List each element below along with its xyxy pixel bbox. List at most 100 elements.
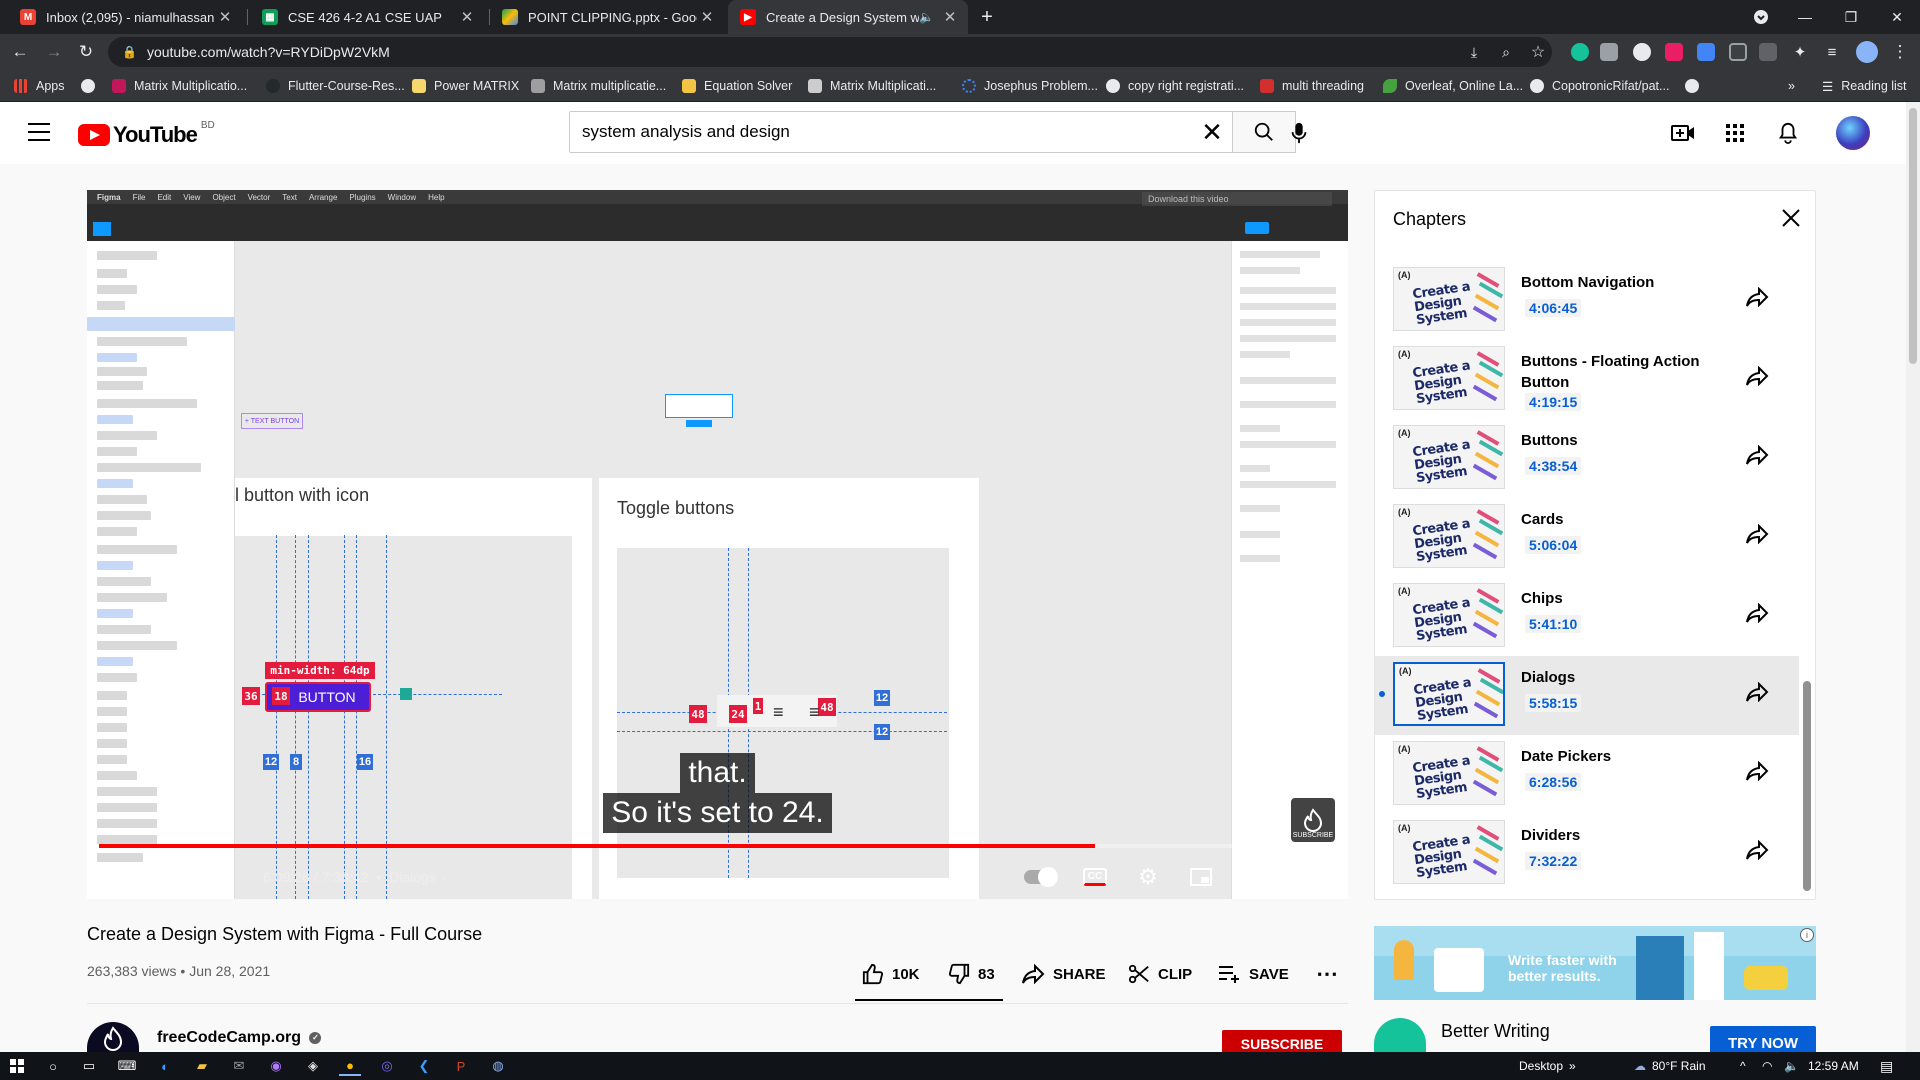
- tab-drive[interactable]: POINT CLIPPING.pptx - Google D ✕: [490, 0, 725, 34]
- restore-button[interactable]: ❐: [1828, 0, 1874, 34]
- powerpoint-icon[interactable]: P: [450, 1056, 472, 1076]
- ad-info-icon[interactable]: i: [1800, 928, 1814, 942]
- pause-button[interactable]: [103, 854, 133, 899]
- app-icon[interactable]: ◈: [302, 1056, 324, 1076]
- progress-bar[interactable]: [99, 844, 1336, 848]
- chapter-timestamp[interactable]: 4:19:15: [1525, 393, 1582, 411]
- more-actions-button[interactable]: ⋯: [1316, 961, 1338, 987]
- profile-menu-icon[interactable]: [1738, 0, 1784, 34]
- tab-sheets[interactable]: ▦ CSE 426 4-2 A1 CSE UAP ✕: [250, 0, 485, 34]
- bookmark-item[interactable]: Matrix multiplicatie...: [531, 70, 666, 102]
- bookmark-item[interactable]: Matrix Multiplicati...: [808, 70, 936, 102]
- chapters-scrollbar[interactable]: [1803, 681, 1811, 891]
- current-chapter[interactable]: Dialogs: [389, 869, 436, 885]
- chapter-thumbnail[interactable]: (A) Create a Design System: [1393, 662, 1505, 726]
- bookmark-item[interactable]: Josephus Problem...: [962, 70, 1098, 102]
- settings-button[interactable]: ⚙: [1133, 854, 1163, 899]
- share-chapter-button[interactable]: [1745, 760, 1769, 786]
- chapter-thumbnail[interactable]: (A) Create a Design System: [1393, 504, 1505, 568]
- edge-icon[interactable]: ◐: [154, 1056, 176, 1076]
- video-player[interactable]: Figma File Edit View Object Vector Text …: [87, 190, 1348, 899]
- mute-button[interactable]: [199, 854, 229, 899]
- messenger-icon[interactable]: ◉: [265, 1056, 287, 1076]
- windows-start-icon[interactable]: [6, 1056, 28, 1076]
- search-box[interactable]: system analysis and design ✕: [569, 111, 1233, 153]
- minimize-button[interactable]: —: [1782, 0, 1828, 34]
- chapter-timestamp[interactable]: 6:28:56: [1525, 773, 1582, 791]
- profile-avatar-icon[interactable]: [1856, 41, 1878, 63]
- account-avatar[interactable]: [1836, 116, 1870, 150]
- tray-chevron-icon[interactable]: ^: [1740, 1052, 1746, 1080]
- close-window-button[interactable]: ✕: [1874, 0, 1920, 34]
- zoom-icon[interactable]: ⌕: [1492, 38, 1520, 66]
- reading-list[interactable]: ☰ Reading list: [1822, 70, 1907, 102]
- mail-icon[interactable]: ✉: [228, 1056, 250, 1076]
- chapter-item[interactable]: (A) Create a Design System Buttons 4:38:54: [1375, 419, 1799, 498]
- save-button[interactable]: SAVE: [1217, 961, 1289, 987]
- miniplayer-button[interactable]: [1186, 854, 1216, 899]
- close-icon[interactable]: ✕: [697, 8, 717, 26]
- tab-gmail[interactable]: M Inbox (2,095) - niamulhassan64@ ✕: [8, 0, 243, 34]
- close-chapters-button[interactable]: [1780, 207, 1802, 234]
- desktop-toolbar[interactable]: Desktop»: [1519, 1052, 1576, 1080]
- bookmark-item[interactable]: Power MATRIX: [412, 70, 519, 102]
- bookmark-item[interactable]: [81, 70, 103, 102]
- youtube-logo[interactable]: YouTube BD: [78, 120, 215, 148]
- volume-icon[interactable]: 🔈: [1784, 1052, 1799, 1080]
- search-icon[interactable]: ○: [42, 1056, 64, 1076]
- dislike-button[interactable]: 83: [948, 961, 995, 987]
- bookmark-item[interactable]: CopotronicRifat/pat...: [1530, 70, 1669, 102]
- chapter-thumbnail[interactable]: (A) Create a Design System: [1393, 820, 1505, 884]
- like-button[interactable]: 10K: [862, 961, 920, 987]
- tab-youtube-active[interactable]: ▶ Create a Design System with 🔈 ✕: [728, 0, 968, 34]
- network-icon[interactable]: ◠: [1762, 1052, 1772, 1080]
- hamburger-menu-icon[interactable]: [28, 123, 50, 141]
- reload-icon[interactable]: ↻: [72, 38, 100, 66]
- back-icon[interactable]: ←: [6, 38, 34, 66]
- share-chapter-button[interactable]: [1745, 286, 1769, 312]
- clear-search-icon[interactable]: ✕: [1192, 117, 1232, 148]
- chapter-item[interactable]: (A) Create a Design System Chips 5:41:10: [1375, 577, 1799, 656]
- chapter-timestamp[interactable]: 7:32:22: [1525, 852, 1582, 870]
- bookmark-item[interactable]: multi threading: [1260, 70, 1364, 102]
- theater-mode-button[interactable]: [1239, 854, 1269, 899]
- autoplay-toggle[interactable]: [1021, 854, 1061, 899]
- camera-extension-icon[interactable]: [1600, 43, 1618, 61]
- grammarly-logo-icon[interactable]: [1374, 1018, 1426, 1052]
- chapter-item[interactable]: (A) Create a Design System Cards 5:06:04: [1375, 498, 1799, 577]
- share-chapter-button[interactable]: [1745, 681, 1769, 707]
- chapter-thumbnail[interactable]: (A) Create a Design System: [1393, 741, 1505, 805]
- bookmark-item[interactable]: Apps: [14, 70, 65, 102]
- bookmark-item[interactable]: Equation Solver: [682, 70, 792, 102]
- ad-banner[interactable]: Write faster with better results.: [1374, 926, 1816, 1000]
- notification-center-icon[interactable]: ▤: [1880, 1052, 1893, 1080]
- search-input[interactable]: system analysis and design: [570, 122, 1192, 142]
- vscode-icon[interactable]: ❮: [413, 1056, 435, 1076]
- chapter-thumbnail[interactable]: (A) Create a Design System: [1393, 425, 1505, 489]
- extension-icon[interactable]: [1729, 43, 1747, 61]
- scrollbar-thumb[interactable]: [1909, 108, 1917, 364]
- subscribe-button[interactable]: SUBSCRIBE: [1222, 1030, 1342, 1052]
- next-button[interactable]: [147, 854, 177, 899]
- apps-button[interactable]: [1720, 118, 1750, 148]
- notifications-button[interactable]: [1773, 118, 1803, 148]
- close-icon[interactable]: ✕: [940, 8, 960, 26]
- share-button[interactable]: SHARE: [1021, 961, 1106, 987]
- advertiser-name[interactable]: Better Writing: [1441, 1021, 1550, 1042]
- download-extension-icon[interactable]: [1697, 43, 1715, 61]
- page-scrollbar[interactable]: [1906, 102, 1920, 1052]
- chapter-timestamp[interactable]: 5:06:04: [1525, 536, 1582, 554]
- new-tab-button[interactable]: +: [972, 0, 1002, 34]
- channel-avatar[interactable]: [87, 1022, 139, 1052]
- forward-icon[interactable]: →: [40, 38, 68, 66]
- bookmark-item[interactable]: Flutter-Course-Res...: [266, 70, 405, 102]
- address-bar[interactable]: 🔒 youtube.com/watch?v=RYDiDpW2VkM: [108, 37, 1552, 67]
- share-chapter-button[interactable]: [1745, 602, 1769, 628]
- bookmark-star-icon[interactable]: ☆: [1524, 38, 1552, 66]
- captions-button[interactable]: CC: [1080, 854, 1110, 899]
- bookmark-item[interactable]: Matrix Multiplicatio...: [112, 70, 247, 102]
- extension-icon[interactable]: [1665, 43, 1683, 61]
- chrome-icon[interactable]: ●: [339, 1056, 361, 1076]
- chapter-thumbnail[interactable]: (A) Create a Design System: [1393, 583, 1505, 647]
- share-chapter-button[interactable]: [1745, 365, 1769, 391]
